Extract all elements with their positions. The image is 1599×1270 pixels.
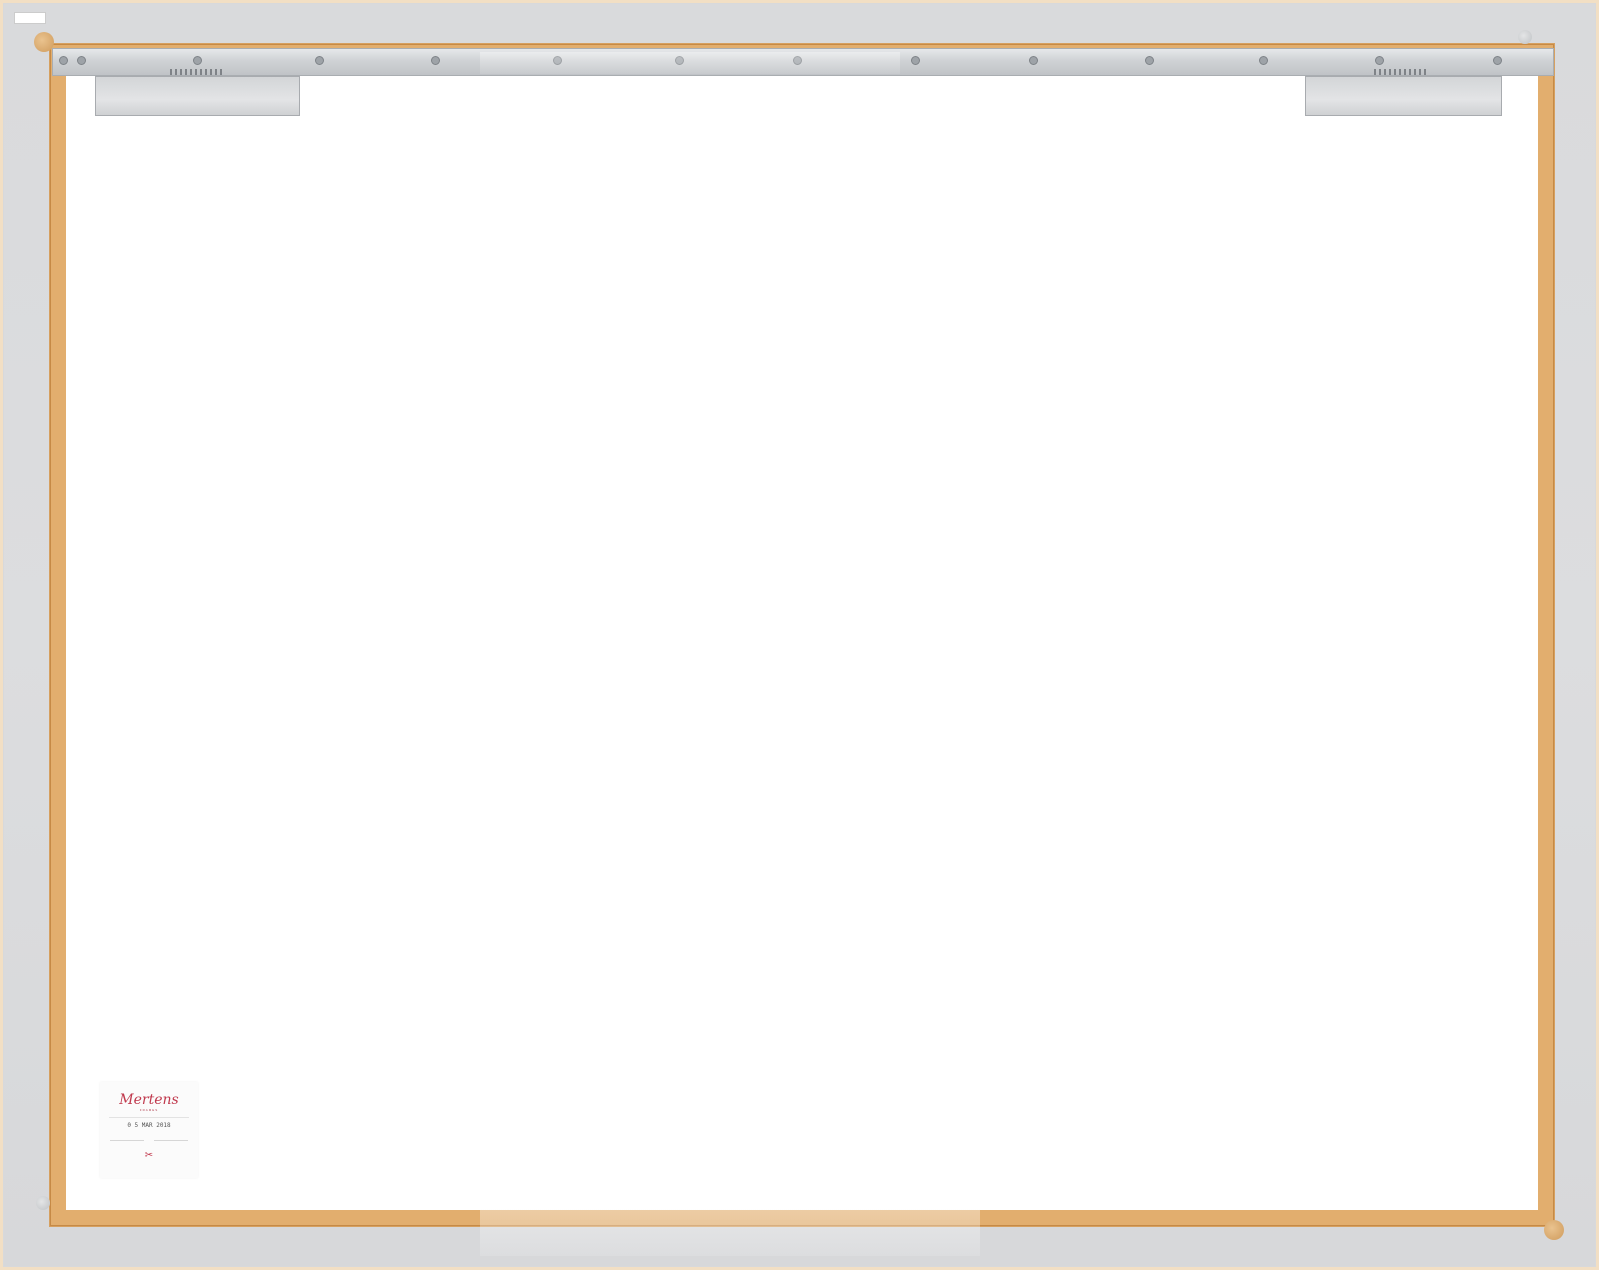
scissors-icon: ✂ bbox=[144, 1150, 154, 1161]
screw-icon bbox=[1029, 56, 1038, 65]
corner-pad-top-left bbox=[34, 32, 54, 52]
screw-icon bbox=[59, 56, 68, 65]
screw-icon bbox=[431, 56, 440, 65]
label-fields bbox=[100, 1134, 198, 1141]
screw-icon bbox=[77, 56, 86, 65]
label-brand: Mertens bbox=[119, 1092, 179, 1108]
plastic-tape-top bbox=[480, 52, 900, 74]
screw-icon bbox=[1493, 56, 1502, 65]
label-date-stamp: 0 5 MAR 2018 bbox=[127, 1122, 171, 1129]
picture-frame-back: Mertens FRAMES 0 5 MAR 2018 ✂ bbox=[0, 0, 1599, 1270]
screw-icon bbox=[315, 56, 324, 65]
label-field-right bbox=[154, 1134, 188, 1141]
screw-icon bbox=[193, 56, 202, 65]
mounting-bracket-right bbox=[1305, 76, 1502, 116]
label-divider bbox=[109, 1117, 189, 1118]
screw-icon bbox=[1145, 56, 1154, 65]
inventory-sticker bbox=[14, 12, 46, 24]
mounting-bracket-left bbox=[95, 76, 300, 116]
white-backing-board bbox=[66, 60, 1538, 1210]
framer-label: Mertens FRAMES 0 5 MAR 2018 ✂ bbox=[100, 1082, 198, 1178]
label-field-left bbox=[110, 1134, 144, 1141]
screw-icon bbox=[1259, 56, 1268, 65]
screw-icon bbox=[1375, 56, 1384, 65]
corner-pad-bottom-right bbox=[1544, 1220, 1564, 1240]
corner-pad-bottom-left bbox=[36, 1196, 50, 1210]
sawtooth-hanger-right bbox=[1374, 69, 1428, 75]
label-subtitle: FRAMES bbox=[139, 1108, 159, 1112]
plastic-tape-bottom bbox=[480, 1206, 980, 1256]
sawtooth-hanger-left bbox=[170, 69, 224, 75]
corner-pad-top-right bbox=[1518, 30, 1532, 44]
screw-icon bbox=[911, 56, 920, 65]
